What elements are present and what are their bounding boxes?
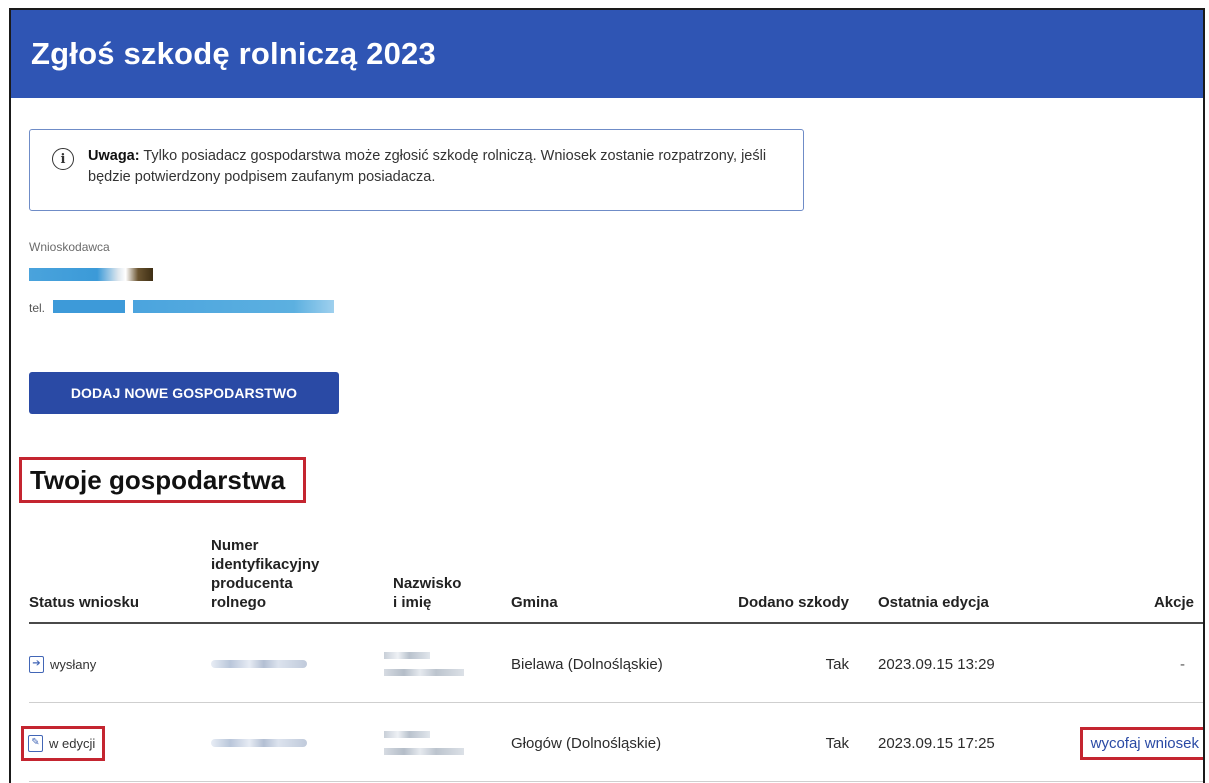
gmina-cell: Głogów (Dolnośląskie) [511,734,662,752]
table-row: ✎ w edycji Głogów (Dolnośląskie) Tak 202… [21,704,1203,782]
header-actions: Akcje [1153,594,1194,611]
redaction-bar [384,669,464,676]
last-edit-cell: 2023.09.15 13:29 [878,655,995,673]
header-last-edit: Ostatnia edycja [878,594,989,611]
gmina-cell: Bielawa (Dolnośląskie) [511,655,663,673]
header-producer-id: Numer identyfikacyjny producenta rolnego [211,536,319,612]
notice-box: i Uwaga: Tylko posiadacz gospodarstwa mo… [29,129,804,211]
page-banner: Zgłoś szkodę rolniczą 2023 [11,10,1203,98]
actions-cell: - [1049,625,1203,703]
redacted-producer-id [211,704,307,782]
edit-document-icon: ✎ [28,734,43,752]
damage-added-cell: Tak [825,655,849,673]
redaction-bar [384,731,430,738]
header-producer-id-line: rolnego [211,594,266,611]
section-title: Twoje gospodarstwa [19,457,306,503]
damage-added-cell: Tak [825,734,849,752]
status-indicator: ➔ wysłany [29,655,97,673]
header-name-line: i imię [393,594,432,611]
add-farm-button[interactable]: DODAJ NOWE GOSPODARSTWO [29,372,339,414]
header-name-line: Nazwisko [393,575,462,592]
notice-bold-label: Uwaga: [88,148,140,164]
applicant-label: Wnioskodawca [29,240,110,254]
redacted-producer-id [211,625,307,703]
header-name: Nazwisko i imię [393,574,461,612]
header-producer-id-line: producenta [211,575,293,592]
status-label: wysłany [50,656,97,672]
header-gmina: Gmina [511,594,558,611]
table-header: Status wniosku Numer identyfikacyjny pro… [29,510,1203,624]
redaction-bar [211,660,307,668]
table-row: ➔ wysłany Bielawa (Dolnośląskie) Tak 202… [29,625,1203,703]
redacted-phone-part [133,300,334,313]
redacted-name [384,704,464,782]
redaction-bar [384,748,464,755]
section-title-text: Twoje gospodarstwa [30,465,286,495]
redaction-bar [384,652,430,659]
notice-text: Tylko posiadacz gospodarstwa może zgłosi… [88,148,767,185]
app-frame: Zgłoś szkodę rolniczą 2023 i Uwaga: Tylk… [9,8,1205,783]
actions-cell: wycofaj wniosek [1049,704,1203,782]
send-icon: ➔ [29,655,44,673]
redacted-phone-part [53,300,125,313]
status-cell: ➔ wysłany [29,625,96,703]
info-icon: i [52,148,74,170]
header-producer-id-line: identyfikacyjny [211,556,320,573]
header-damage-added: Dodano szkody [738,594,849,611]
withdraw-application-link[interactable]: wycofaj wniosek [1079,726,1203,760]
status-indicator: ✎ w edycji [21,725,106,761]
redaction-bar [211,739,307,747]
header-status: Status wniosku [29,594,140,611]
phone-label: tel. [29,301,46,315]
header-producer-id-line: Numer [211,537,259,554]
page-title: Zgłoś szkodę rolniczą 2023 [31,36,436,71]
no-action-dash: - [1180,655,1185,673]
status-label: w edycji [49,735,96,751]
redacted-name [384,625,464,703]
status-cell: ✎ w edycji [21,704,106,782]
redacted-applicant-name [29,268,153,281]
last-edit-cell: 2023.09.15 17:25 [878,734,995,752]
